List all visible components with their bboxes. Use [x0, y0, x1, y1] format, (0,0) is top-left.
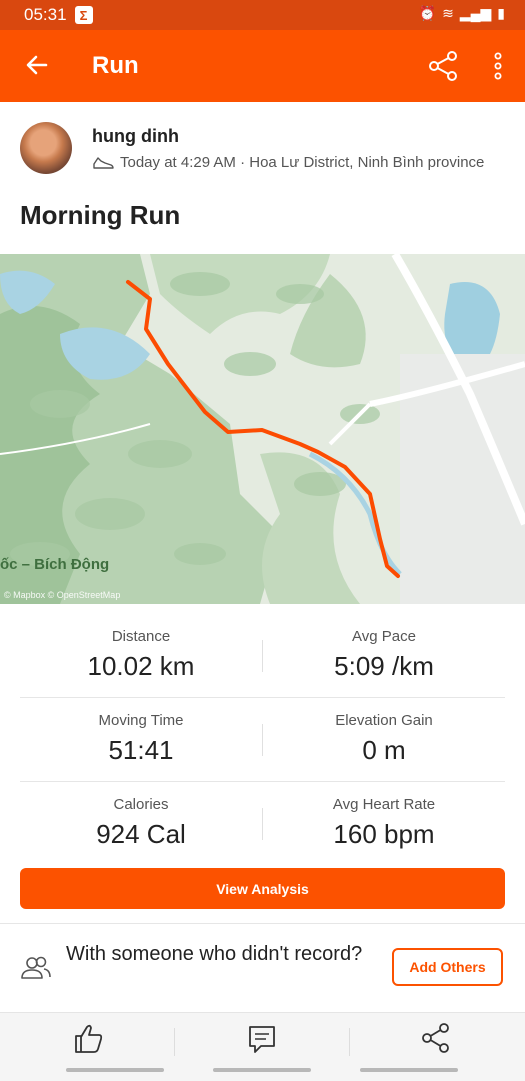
status-bar: 05:31 Σ ⏰ ≋ ▂▄▆ ▮	[0, 0, 525, 30]
nav-indicator	[66, 1068, 164, 1072]
stat-label: Avg Heart Rate	[332, 796, 436, 813]
stat-value: 10.02 km	[87, 651, 195, 681]
activity-meta-text: Today at 4:29 AM · Hoa Lư District, Ninh…	[120, 154, 485, 171]
map-attribution[interactable]: © Mapbox © OpenStreetMap	[4, 590, 120, 600]
wifi-icon: ≋	[442, 5, 454, 21]
stat-avg-heart-rate: Avg Heart Rate 160 bpm	[263, 782, 505, 865]
stats-grid: Distance 10.02 km Avg Pace 5:09 /km Movi…	[20, 614, 505, 865]
map-canvas	[0, 254, 525, 604]
stat-label: Distance	[111, 628, 171, 645]
comment-icon[interactable]	[242, 1018, 282, 1058]
thumbs-up-icon[interactable]	[68, 1018, 108, 1058]
stat-value: 5:09 /km	[334, 651, 434, 681]
app-bar: Run	[0, 30, 525, 102]
activity-meta: Today at 4:29 AM · Hoa Lư District, Ninh…	[92, 154, 484, 171]
stats-row: Moving Time 51:41 Elevation Gain 0 m	[20, 698, 505, 782]
stat-value: 0 m	[362, 735, 406, 765]
stat-value: 924 Cal	[96, 819, 186, 849]
bottom-divider	[174, 1028, 175, 1056]
shoe-icon	[93, 156, 114, 169]
nav-indicator	[360, 1068, 458, 1072]
activity-title: Morning Run	[20, 200, 181, 230]
stat-value: 160 bpm	[333, 819, 435, 849]
stat-label: Moving Time	[98, 712, 184, 729]
stats-row: Distance 10.02 km Avg Pace 5:09 /km	[20, 614, 505, 698]
stat-distance: Distance 10.02 km	[20, 614, 262, 697]
sigma-icon: Σ	[74, 6, 93, 24]
with-others-prompt: With someone who didn't record?	[66, 943, 363, 965]
page-title: Run	[92, 52, 139, 79]
signal-icon: ▂▄▆	[459, 5, 492, 21]
alarm-icon: ⏰	[418, 5, 437, 21]
athlete-name[interactable]: hung dinh	[92, 126, 179, 147]
battery-icon: ▮	[497, 5, 505, 21]
people-icon	[21, 956, 51, 979]
stat-label: Avg Pace	[352, 628, 416, 645]
status-icons: ⏰ ≋ ▂▄▆ ▮	[419, 5, 505, 22]
view-analysis-button[interactable]: View Analysis	[20, 868, 505, 909]
add-others-button[interactable]: Add Others	[392, 948, 503, 986]
share-icon[interactable]	[426, 49, 460, 83]
status-time: 05:31	[24, 5, 67, 24]
share-icon[interactable]	[416, 1018, 456, 1058]
more-options-icon[interactable]	[488, 50, 508, 82]
map-place-label: ốc – Bích Động	[0, 556, 110, 573]
route-map[interactable]	[0, 254, 525, 604]
stat-value: 51:41	[108, 735, 174, 765]
nav-indicator	[213, 1068, 311, 1072]
stat-calories: Calories 924 Cal	[20, 782, 262, 865]
stat-elevation-gain: Elevation Gain 0 m	[263, 698, 505, 781]
back-arrow-icon[interactable]	[22, 50, 52, 80]
stat-moving-time: Moving Time 51:41	[20, 698, 262, 781]
bottom-divider	[349, 1028, 350, 1056]
section-divider	[0, 923, 525, 924]
stats-row: Calories 924 Cal Avg Heart Rate 160 bpm	[20, 782, 505, 865]
stat-label: Elevation Gain	[335, 712, 433, 729]
stat-label: Calories	[113, 796, 169, 813]
stat-avg-pace: Avg Pace 5:09 /km	[263, 614, 505, 697]
avatar[interactable]	[20, 122, 72, 174]
